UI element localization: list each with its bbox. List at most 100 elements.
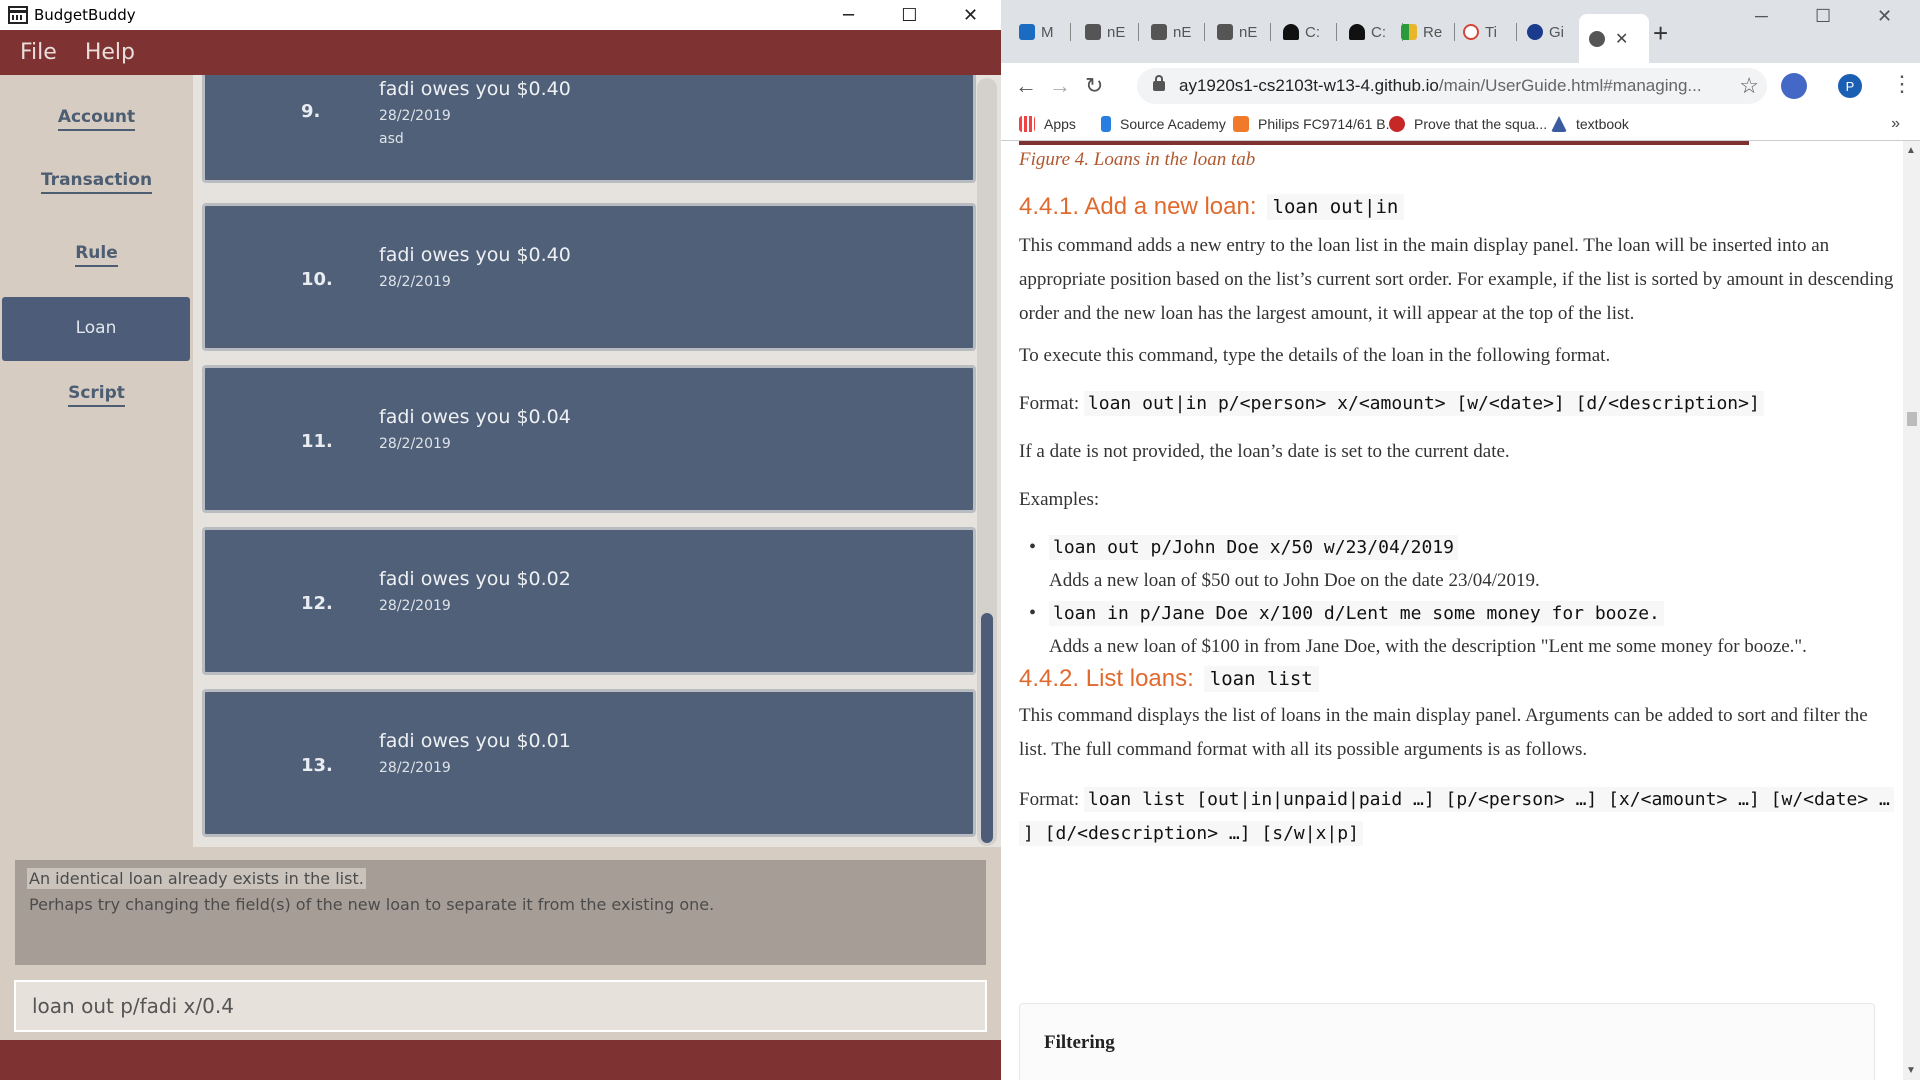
- address-bar[interactable]: ay1920s1-cs2103t-w13-4.github.io /main/U…: [1137, 68, 1767, 104]
- command-input[interactable]: loan out p/fadi x/0.4: [14, 980, 987, 1032]
- source-academy-icon: [1101, 116, 1111, 132]
- list-scrollbar[interactable]: [977, 78, 997, 846]
- loan-title: fadi owes you $0.40: [379, 78, 571, 100]
- minimize-icon[interactable]: ─: [1755, 6, 1768, 27]
- loan-date: 28/2/2019: [379, 760, 451, 776]
- heading-code: loan list: [1203, 666, 1319, 692]
- format-code: loan out|in p/<person> x/<amount> [w/<da…: [1083, 391, 1764, 416]
- page-scrollbar[interactable]: ▲ ▼: [1903, 141, 1920, 1080]
- close-icon[interactable]: ✕: [940, 0, 1001, 30]
- url-path: /main/UserGuide.html#managing...: [1438, 76, 1702, 95]
- maximize-icon[interactable]: ☐: [1815, 6, 1831, 27]
- bookmark-star-icon[interactable]: ☆: [1739, 73, 1759, 99]
- example-code: loan in p/Jane Doe x/100 d/Lent me some …: [1049, 601, 1664, 626]
- sidebar: Account Transaction Rule Loan Script: [0, 75, 193, 845]
- result-hint: Perhaps try changing the field(s) of the…: [29, 895, 715, 914]
- paragraph-list: This command displays the list of loans …: [1019, 705, 1868, 760]
- bookmark-source-academy[interactable]: Source Academy: [1101, 116, 1226, 132]
- scroll-down-icon[interactable]: ▼: [1906, 1065, 1916, 1076]
- minimize-icon[interactable]: ─: [818, 0, 879, 30]
- sidebar-item-loan[interactable]: Loan: [2, 297, 190, 361]
- new-tab-icon[interactable]: +: [1653, 18, 1668, 49]
- philips-icon: [1233, 116, 1249, 132]
- bookmark-prove[interactable]: Prove that the squa...: [1389, 116, 1547, 132]
- more-bookmarks-icon[interactable]: »: [1891, 115, 1900, 133]
- apps-icon: [1019, 116, 1035, 132]
- budgetbuddy-window: BudgetBuddy ─ ☐ ✕ File Help Account Tran…: [0, 0, 1001, 1080]
- browser-tab[interactable]: Gi: [1527, 17, 1575, 47]
- loan-card[interactable]: 12. fadi owes you $0.02 28/2/2019: [202, 527, 976, 675]
- forward-icon[interactable]: →: [1049, 73, 1071, 99]
- figure-bottom-edge: [1019, 141, 1749, 145]
- loan-title: fadi owes you $0.40: [379, 244, 571, 266]
- gear-red-icon: [1389, 116, 1405, 132]
- document-content: Figure 4. Loans in the loan tab 4.4.1. A…: [1001, 141, 1920, 1080]
- loan-card[interactable]: 9. fadi owes you $0.40 28/2/2019 asd: [202, 75, 976, 183]
- loan-title: fadi owes you $0.01: [379, 730, 571, 752]
- sidebar-item-rule[interactable]: Rule: [0, 223, 193, 287]
- calendar-icon: [8, 6, 28, 24]
- result-display: An identical loan already exists in the …: [15, 860, 986, 965]
- sidebar-item-label: Account: [57, 107, 136, 131]
- loan-index: 10.: [301, 269, 333, 290]
- loan-index: 11.: [301, 431, 333, 452]
- command-text: loan out p/fadi x/0.4: [32, 994, 234, 1018]
- close-icon[interactable]: ✕: [1877, 6, 1892, 27]
- bookmark-label: Philips FC9714/61 B...: [1258, 116, 1398, 132]
- result-message: An identical loan already exists in the …: [27, 868, 366, 889]
- sidebar-item-account[interactable]: Account: [0, 87, 193, 151]
- loan-index: 13.: [301, 755, 333, 776]
- sidebar-item-label: Transaction: [40, 170, 153, 194]
- bookmark-label: Apps: [1044, 116, 1076, 132]
- bookmarks-bar: Apps Source Academy Philips FC9714/61 B.…: [1001, 109, 1920, 141]
- menu-kebab-icon[interactable]: ⋮: [1891, 71, 1913, 97]
- scrollbar-thumb[interactable]: [981, 613, 993, 843]
- menu-help[interactable]: Help: [85, 40, 135, 65]
- loan-title: fadi owes you $0.02: [379, 568, 571, 590]
- paragraph-add: This command adds a new entry to the loa…: [1019, 235, 1894, 324]
- extension-icon[interactable]: [1781, 73, 1807, 99]
- sidebar-item-script[interactable]: Script: [0, 363, 193, 427]
- format-code: loan list [out|in|unpaid|paid …] [p/<per…: [1083, 787, 1894, 812]
- examples-label: Examples:: [1019, 489, 1100, 510]
- reload-icon[interactable]: ↻: [1085, 73, 1103, 99]
- profile-avatar[interactable]: P: [1838, 74, 1862, 98]
- menu-file[interactable]: File: [20, 40, 57, 65]
- back-icon[interactable]: ←: [1015, 73, 1037, 99]
- format-label: Format:: [1019, 393, 1080, 414]
- paragraph-date: If a date is not provided, the loan’s da…: [1019, 441, 1510, 462]
- loan-card[interactable]: 13. fadi owes you $0.01 28/2/2019: [202, 689, 976, 837]
- loan-card[interactable]: 11. fadi owes you $0.04 28/2/2019: [202, 365, 976, 513]
- scroll-up-icon[interactable]: ▲: [1906, 145, 1916, 156]
- heading-add-loan: 4.4.1. Add a new loan: loan out|in: [1019, 193, 1405, 221]
- sidebar-item-label: Script: [68, 383, 125, 407]
- heading-text: 4.4.1. Add a new loan:: [1019, 193, 1257, 220]
- sidebar-item-label: Loan: [75, 318, 117, 338]
- browser-window: M nE nE nE C: C: Re Ti Gi ✕ + ─ ☐ ✕ ← → …: [1001, 0, 1920, 1080]
- example-item: loan in p/Jane Doe x/100 d/Lent me some …: [1029, 597, 1899, 663]
- bookmark-philips[interactable]: Philips FC9714/61 B...: [1233, 116, 1397, 132]
- bookmark-apps[interactable]: Apps: [1019, 116, 1076, 132]
- loan-date: 28/2/2019: [379, 274, 451, 290]
- scrollbar-thumb[interactable]: [1907, 412, 1917, 426]
- browser-toolbar: ← → ↻ ay1920s1-cs2103t-w13-4.github.io /…: [1001, 63, 1920, 109]
- format-list: Format: loan list [out|in|unpaid|paid …]…: [1019, 783, 1899, 851]
- maximize-icon[interactable]: ☐: [879, 0, 940, 30]
- app-title: BudgetBuddy: [34, 6, 136, 24]
- sidebar-item-transaction[interactable]: Transaction: [0, 150, 193, 214]
- paragraph-execute: To execute this command, type the detail…: [1019, 345, 1611, 366]
- window-controls: ─ ☐ ✕: [818, 0, 1001, 30]
- globe-icon: [1589, 30, 1605, 47]
- loan-description: asd: [379, 131, 404, 147]
- close-tab-icon[interactable]: ✕: [1615, 29, 1628, 49]
- loan-date: 28/2/2019: [379, 436, 451, 452]
- bookmark-textbook[interactable]: textbook: [1551, 116, 1629, 132]
- bookmark-label: Prove that the squa...: [1414, 116, 1548, 132]
- example-item: loan out p/John Doe x/50 w/23/04/2019 Ad…: [1029, 531, 1899, 597]
- heading-code: loan out|in: [1266, 194, 1405, 220]
- app-titlebar: BudgetBuddy ─ ☐ ✕: [0, 0, 1001, 30]
- menu-bar: File Help: [0, 30, 1001, 75]
- loan-card[interactable]: 10. fadi owes you $0.40 28/2/2019: [202, 203, 976, 351]
- browser-tab-active[interactable]: ✕: [1579, 14, 1649, 63]
- loan-index: 9.: [301, 101, 321, 122]
